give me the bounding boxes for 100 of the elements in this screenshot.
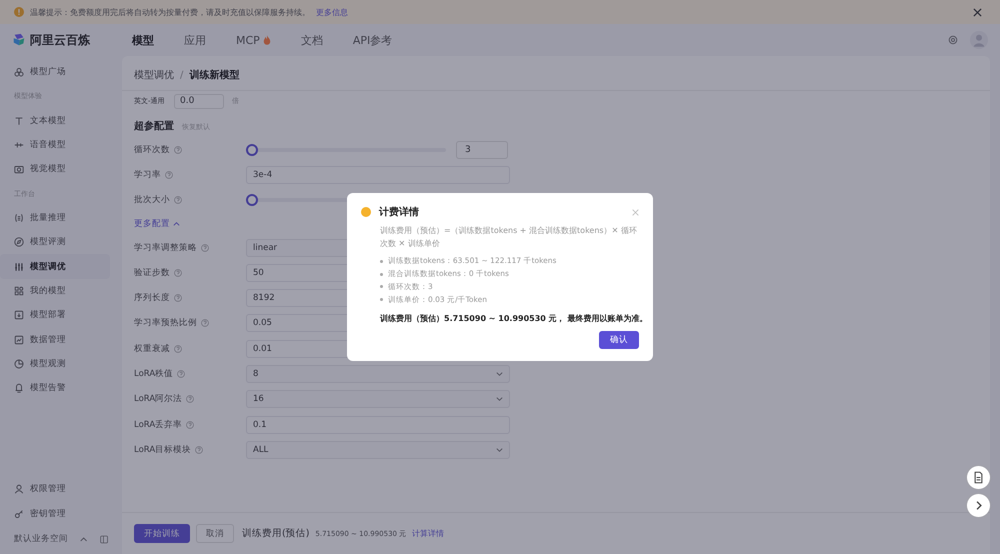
field-label: 序列长度 bbox=[134, 292, 170, 304]
input-field[interactable]: 3e-4 bbox=[246, 166, 510, 184]
compass-icon bbox=[14, 237, 24, 248]
field-label: LoRA秩值 bbox=[134, 368, 174, 380]
close-icon[interactable] bbox=[973, 8, 982, 16]
nav-tab[interactable]: 文档 bbox=[300, 32, 323, 48]
chevron-right-icon[interactable] bbox=[967, 494, 990, 517]
sidebar-item[interactable]: 模型调优 bbox=[0, 254, 110, 279]
chevron-down-icon bbox=[496, 372, 503, 376]
sidebar-item[interactable]: 模型广场 bbox=[0, 60, 110, 84]
confirm-button[interactable]: 确认 bbox=[599, 331, 639, 350]
more-info-link[interactable]: 更多信息 bbox=[316, 6, 348, 18]
sliders-icon bbox=[14, 262, 24, 272]
help-icon bbox=[186, 420, 194, 429]
bullet-icon bbox=[380, 298, 383, 302]
more-config-toggle[interactable]: 更多配置 bbox=[134, 218, 180, 230]
breadcrumb-separator: / bbox=[180, 70, 184, 80]
sidebar-item[interactable]: 模型告警 bbox=[0, 376, 110, 401]
camera-icon bbox=[14, 164, 24, 174]
number-field[interactable]: 3 bbox=[456, 140, 508, 159]
field-label: 批次大小 bbox=[134, 194, 170, 206]
chart-icon bbox=[14, 334, 24, 345]
slider[interactable] bbox=[246, 144, 446, 156]
sidebar-item[interactable]: 我的模型 bbox=[0, 278, 110, 304]
dialog-title: 计费详情 bbox=[379, 205, 419, 219]
help-icon bbox=[174, 268, 182, 277]
help-icon bbox=[195, 446, 204, 454]
select-field[interactable]: ALL bbox=[246, 440, 510, 459]
download-icon bbox=[14, 310, 24, 320]
collapse-icon[interactable] bbox=[100, 534, 108, 544]
waveform-icon bbox=[14, 140, 24, 150]
help-icon bbox=[174, 196, 182, 204]
breadcrumb-item: 训练新模型 bbox=[189, 68, 240, 82]
details-link[interactable]: 计算详情 bbox=[412, 528, 444, 539]
list-icon bbox=[14, 212, 24, 223]
field-label: 学习率预热比例 bbox=[134, 317, 197, 330]
nav-tab[interactable]: API参考 bbox=[352, 32, 392, 48]
help-icon bbox=[174, 146, 182, 154]
pie-icon bbox=[14, 359, 24, 370]
chevron-down-icon bbox=[496, 448, 503, 452]
help-icon bbox=[201, 244, 209, 252]
warning-icon bbox=[14, 7, 24, 17]
help-icon bbox=[177, 370, 186, 378]
sidebar-item[interactable]: 模型部署 bbox=[0, 303, 110, 328]
bullet-icon bbox=[380, 260, 383, 263]
field-label: LoRA目标模块 bbox=[134, 444, 192, 456]
grid-icon bbox=[14, 286, 24, 296]
key-icon bbox=[14, 508, 24, 519]
help-icon bbox=[201, 319, 209, 328]
sidebar-item[interactable]: 文本模型 bbox=[0, 108, 110, 133]
cost-label: 训练费用(预估) bbox=[242, 527, 310, 540]
field-label: 权重衰减 bbox=[134, 342, 170, 355]
user-icon bbox=[14, 484, 24, 494]
field-label: 循环次数 bbox=[134, 144, 170, 156]
logo-text: 阿里云百炼 bbox=[30, 32, 90, 48]
notice-text: 温馨提示：免费额度用完后将自动转为按量付费，请及时充值以保障服务持续。 bbox=[30, 6, 310, 18]
field-label: 学习率 bbox=[134, 168, 161, 181]
input-field[interactable]: 0.1 bbox=[246, 416, 510, 434]
section-title: 超参配置 bbox=[134, 120, 174, 133]
slider-handle[interactable] bbox=[246, 194, 258, 206]
field-label: LoRA阿尔法 bbox=[134, 393, 182, 406]
slider-handle[interactable] bbox=[246, 144, 258, 156]
field-label: 验证步数 bbox=[134, 266, 170, 279]
bullet-icon bbox=[380, 272, 383, 276]
input-field[interactable]: 0.0 bbox=[174, 94, 224, 108]
help-icon bbox=[174, 294, 182, 302]
help-icon bbox=[186, 395, 194, 404]
nav-tab[interactable]: MCP bbox=[236, 34, 260, 46]
sidebar-item[interactable]: 模型评测 bbox=[0, 230, 110, 254]
select-field[interactable]: 8 bbox=[246, 365, 510, 384]
text-icon bbox=[14, 116, 24, 126]
warning-icon bbox=[361, 207, 371, 217]
field-label: 学习率调整策略 bbox=[134, 242, 197, 254]
sidebar-item[interactable]: 密钥管理 bbox=[0, 502, 110, 526]
sidebar-item[interactable]: 数据管理 bbox=[0, 328, 110, 352]
breadcrumb-item[interactable]: 模型调优 bbox=[134, 68, 174, 82]
caret-up-icon bbox=[173, 222, 180, 226]
logo-icon bbox=[12, 33, 26, 47]
bullet-icon bbox=[380, 285, 383, 288]
field-label: LoRA丢弃率 bbox=[134, 418, 182, 431]
select-field[interactable]: 16 bbox=[246, 390, 510, 408]
nav-tab[interactable]: 模型 bbox=[132, 32, 154, 48]
start-training-button[interactable]: 开始训练 bbox=[134, 524, 190, 543]
nav-tab[interactable]: 应用 bbox=[184, 32, 206, 48]
help-icon bbox=[174, 344, 182, 353]
formula-text: 训练费用（预估）=（训练数据tokens + 混合训练数据tokens）✕ 循环次数 ✕ 训练单价 bbox=[380, 225, 638, 250]
sidebar-item[interactable]: 语音模型 bbox=[0, 132, 110, 158]
caret-icon[interactable] bbox=[80, 536, 88, 542]
sidebar-item[interactable]: 模型观测 bbox=[0, 352, 110, 376]
cancel-button[interactable]: 取消 bbox=[196, 524, 234, 543]
workspace-name[interactable]: 默认业务空间 bbox=[14, 533, 72, 545]
settings-icon[interactable] bbox=[948, 35, 958, 45]
sidebar-item[interactable]: 批量推理 bbox=[0, 206, 110, 230]
help-icon bbox=[165, 170, 173, 179]
document-icon[interactable] bbox=[967, 466, 990, 489]
sidebar-item[interactable]: 权限管理 bbox=[0, 477, 110, 502]
people-icon bbox=[14, 67, 24, 78]
sidebar-item[interactable]: 视觉模型 bbox=[0, 157, 110, 182]
chevron-down-icon bbox=[496, 397, 503, 402]
bell-icon bbox=[14, 383, 24, 394]
